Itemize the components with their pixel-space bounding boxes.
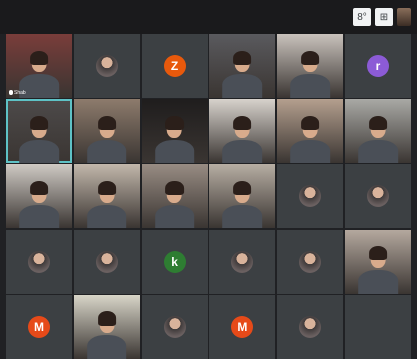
participant-initial-avatar: k	[163, 250, 186, 273]
participant-name: Shab	[14, 90, 26, 96]
participant-tile[interactable]	[73, 99, 140, 164]
participant-photo-avatar	[231, 250, 254, 273]
participant-photo-avatar	[95, 55, 118, 77]
participant-tile[interactable]	[277, 229, 344, 294]
participant-tile[interactable]	[6, 164, 72, 229]
participant-video	[154, 181, 195, 229]
participant-video	[19, 181, 59, 229]
participant-initial-avatar: Z	[163, 55, 186, 77]
participant-video	[222, 50, 263, 98]
participant-video	[222, 115, 263, 164]
participant-tile[interactable]	[277, 99, 344, 164]
chat-icon[interactable]: ⊞	[375, 8, 393, 26]
participant-tile[interactable]	[6, 99, 72, 164]
participant-tile[interactable]	[73, 34, 140, 98]
mic-icon	[9, 90, 13, 95]
participant-initial-avatar: M	[28, 315, 50, 338]
participant-tile[interactable]: r	[345, 34, 411, 98]
participant-photo-avatar	[299, 185, 322, 208]
participant-video	[87, 181, 127, 229]
participant-video	[290, 115, 330, 164]
participant-tile[interactable]: Z	[141, 34, 208, 98]
participant-photo-avatar	[299, 250, 322, 273]
participant-video	[19, 115, 59, 164]
participant-grid: Shab Zr k M M	[6, 34, 411, 359]
participant-tile[interactable]: M	[209, 294, 276, 359]
participant-tile[interactable]	[345, 164, 411, 229]
participant-tile[interactable]	[6, 229, 72, 294]
participant-photo-avatar	[163, 315, 186, 338]
participant-tile[interactable]	[141, 164, 208, 229]
participant-tile[interactable]	[277, 294, 344, 359]
participant-photo-avatar	[299, 315, 322, 338]
top-right-controls: 8° ⊞	[353, 8, 411, 26]
participant-video	[290, 50, 330, 98]
participant-video	[222, 181, 263, 229]
participant-tile[interactable]: k	[141, 229, 208, 294]
participant-photo-avatar	[95, 250, 118, 273]
participant-tile[interactable]	[141, 294, 208, 359]
participant-tile[interactable]	[209, 229, 276, 294]
participant-tile[interactable]	[141, 99, 208, 164]
participant-name-label: Shab	[9, 90, 26, 96]
participant-tile[interactable]	[277, 34, 344, 98]
participant-initial-avatar: r	[367, 55, 389, 77]
participant-video	[358, 246, 398, 294]
participant-video	[87, 311, 127, 359]
participant-tile[interactable]	[209, 99, 276, 164]
participant-video	[358, 115, 398, 164]
participant-photo-avatar	[28, 250, 50, 273]
people-icon[interactable]: 8°	[353, 8, 371, 26]
participant-tile[interactable]: M	[6, 294, 72, 359]
participant-video	[87, 115, 127, 164]
participant-tile[interactable]	[277, 164, 344, 229]
meeting-top-bar: 8° ⊞	[0, 0, 417, 34]
participant-tile[interactable]	[345, 294, 411, 359]
participant-tile[interactable]	[73, 294, 140, 359]
participant-tile[interactable]	[345, 229, 411, 294]
participant-tile[interactable]: Shab	[6, 34, 72, 98]
participant-video	[154, 115, 195, 164]
self-view-thumbnail[interactable]	[397, 8, 411, 26]
participant-tile[interactable]	[345, 99, 411, 164]
participant-tile[interactable]	[73, 164, 140, 229]
participant-tile[interactable]	[209, 34, 276, 98]
participant-tile[interactable]	[209, 164, 276, 229]
participant-tile[interactable]	[73, 229, 140, 294]
participant-initial-avatar: M	[231, 315, 254, 338]
participant-photo-avatar	[367, 185, 389, 208]
